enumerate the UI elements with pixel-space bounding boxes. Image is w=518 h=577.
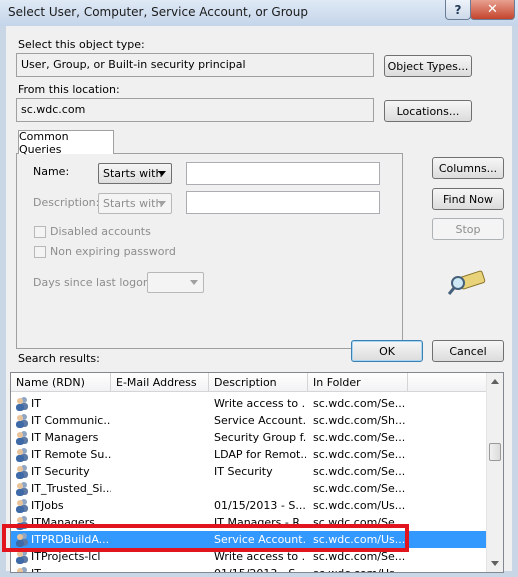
object-type-label: Select this object type:: [18, 38, 145, 51]
cell-folder: sc.wdc.com/Se...: [313, 448, 405, 461]
non-expiring-label: Non expiring password: [50, 245, 176, 258]
cell-folder: sc.wdc.com/Us...: [313, 499, 405, 512]
name-mode-select[interactable]: Starts with: [98, 163, 172, 184]
chevron-down-icon: [158, 201, 166, 206]
cell-name: IT...: [31, 565, 111, 572]
dialog-body: Select this object type: User, Group, or…: [6, 26, 512, 573]
cell-description: Write access to ...: [214, 397, 306, 410]
description-label: Description:: [33, 196, 100, 209]
group-icon: [16, 482, 28, 496]
table-row[interactable]: IT Write access to ... sc.wdc.com/Se...: [11, 395, 492, 412]
search-magnifier-icon: [448, 270, 486, 295]
group-icon: [16, 431, 28, 445]
cell-name: IT Remote Su...: [31, 448, 111, 461]
window-title: Select User, Computer, Service Account, …: [8, 5, 308, 19]
description-mode-value: Starts with: [103, 197, 163, 210]
cell-folder: sc.wdc.com/Se...: [313, 465, 405, 478]
cell-description: Service Account...: [214, 414, 306, 427]
group-icon: [16, 397, 28, 411]
title-bar: Select User, Computer, Service Account, …: [0, 0, 518, 26]
location-label: From this location:: [18, 83, 120, 96]
chevron-down-icon: [158, 171, 166, 176]
column-header-email[interactable]: E-Mail Address: [111, 373, 209, 392]
location-field: sc.wdc.com: [16, 98, 374, 122]
table-row[interactable]: IT Security IT Security sc.wdc.com/Se...: [11, 463, 492, 480]
cell-description: LDAP for Remot...: [214, 448, 306, 461]
non-expiring-checkbox[interactable]: [34, 246, 46, 258]
table-row[interactable]: IT... 01/15/2013 - S... sc.wdc.com/Us...: [11, 565, 492, 572]
table-row[interactable]: IT_Trusted_Si... sc.wdc.com/Se...: [11, 480, 492, 497]
cell-name: IT Security: [31, 465, 90, 478]
help-button[interactable]: ?: [445, 0, 471, 20]
description-input[interactable]: [186, 191, 380, 214]
group-icon: [16, 499, 28, 513]
columns-button[interactable]: Columns...: [432, 157, 504, 179]
cell-folder: sc.wdc.com/Se...: [313, 482, 405, 495]
cell-folder: sc.wdc.com/Se...: [313, 431, 405, 444]
object-type-field: User, Group, or Built-in security princi…: [16, 53, 374, 77]
column-header-filler: [408, 373, 488, 392]
search-results-label: Search results:: [18, 352, 100, 365]
find-now-button[interactable]: Find Now: [432, 188, 504, 210]
column-header-name[interactable]: Name (RDN): [11, 373, 111, 392]
disabled-accounts-label: Disabled accounts: [50, 225, 151, 238]
cancel-button[interactable]: Cancel: [432, 340, 504, 362]
group-icon: [16, 414, 28, 428]
group-icon: [16, 448, 28, 462]
cell-name: IT_Trusted_Si...: [31, 482, 111, 495]
locations-button[interactable]: Locations...: [384, 100, 472, 122]
days-select[interactable]: [147, 272, 204, 293]
days-label: Days since last logon:: [33, 276, 154, 289]
vertical-scrollbar[interactable]: [486, 373, 503, 572]
cell-folder: sc.wdc.com/Se...: [313, 397, 405, 410]
scroll-down-icon[interactable]: [491, 561, 499, 566]
cell-name: ITJobs: [31, 499, 64, 512]
column-header-folder[interactable]: In Folder: [308, 373, 408, 392]
ok-button[interactable]: OK: [351, 340, 423, 362]
name-label: Name:: [33, 165, 70, 178]
stop-button[interactable]: Stop: [432, 218, 504, 240]
cell-description: IT Security: [214, 465, 273, 478]
group-icon: [17, 567, 27, 572]
annotation-highlight-box: [2, 524, 409, 552]
name-input[interactable]: [186, 162, 380, 185]
table-row[interactable]: IT Communic... Service Account... sc.wdc.c…: [11, 412, 492, 429]
scroll-up-icon[interactable]: [491, 379, 499, 384]
name-mode-value: Starts with: [103, 167, 163, 180]
cell-description: 01/15/2013 - S...: [214, 565, 306, 572]
table-row[interactable]: IT Managers Security Group f... sc.wdc.com…: [11, 429, 492, 446]
disabled-accounts-checkbox[interactable]: [34, 226, 46, 238]
table-row[interactable]: ITJobs 01/15/2013 - S... sc.wdc.com/Us...: [11, 497, 492, 514]
close-button[interactable]: ✕: [470, 0, 515, 20]
tab-common-queries[interactable]: Common Queries: [18, 130, 114, 156]
column-header-description[interactable]: Description: [209, 373, 308, 392]
cell-name: IT Managers: [31, 431, 99, 444]
cell-description: Security Group f...: [214, 431, 306, 444]
scroll-thumb[interactable]: [489, 443, 501, 461]
object-types-button[interactable]: Object Types...: [384, 55, 472, 77]
cell-name: IT: [31, 397, 41, 410]
cell-folder: sc.wdc.com/Us...: [313, 565, 405, 572]
chevron-down-icon: [190, 280, 198, 285]
cell-name: IT Communic...: [31, 414, 111, 427]
description-mode-select[interactable]: Starts with: [98, 193, 172, 214]
cell-description: 01/15/2013 - S...: [214, 499, 306, 512]
cell-folder: sc.wdc.com/Sh...: [313, 414, 405, 427]
group-icon: [16, 465, 28, 479]
table-row[interactable]: IT Remote Su... LDAP for Remot... sc.wdc.c…: [11, 446, 492, 463]
